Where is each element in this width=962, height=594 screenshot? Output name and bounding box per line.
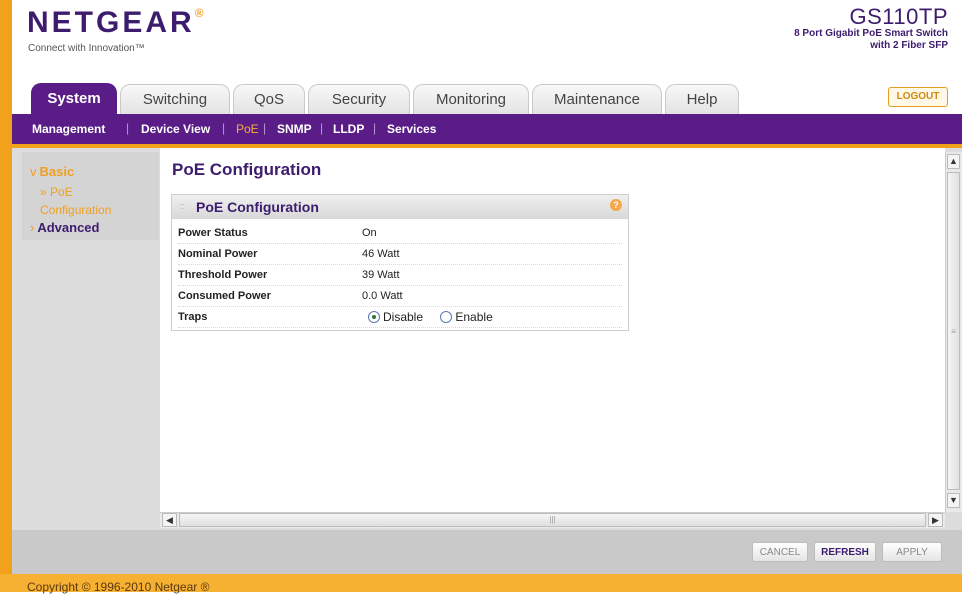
- subnav-separator: |: [320, 121, 324, 135]
- field-value: 0.0 Watt: [362, 290, 403, 302]
- radio-label: Disable: [383, 309, 424, 324]
- tab-qos[interactable]: QoS: [233, 84, 305, 114]
- netgear-logo: NETGEAR®: [27, 6, 207, 39]
- scroll-up-icon[interactable]: ▲: [947, 154, 960, 169]
- field-value: On: [362, 227, 377, 239]
- field-label: Consumed Power: [178, 290, 271, 302]
- row-consumed-power: Consumed Power 0.0 Watt: [178, 285, 622, 307]
- bullet-icon: »: [40, 185, 51, 199]
- help-icon[interactable]: ?: [610, 199, 622, 211]
- row-threshold-power: Threshold Power 39 Watt: [178, 264, 622, 286]
- tab-security[interactable]: Security: [308, 84, 410, 114]
- subnav-item-device-view[interactable]: Device View: [141, 122, 210, 136]
- horizontal-scroll-thumb[interactable]: |||: [179, 513, 926, 527]
- subnav-separator: |: [222, 121, 226, 135]
- row-nominal-power: Nominal Power 46 Watt: [178, 243, 622, 265]
- tab-monitoring[interactable]: Monitoring: [413, 84, 529, 114]
- scroll-down-icon[interactable]: ▼: [947, 493, 960, 508]
- field-label: Power Status: [178, 227, 248, 239]
- app-window: NETGEAR® Connect with Innovation™ GS110T…: [0, 0, 962, 594]
- field-label: Traps: [178, 311, 208, 323]
- subnav-separator: |: [373, 121, 377, 135]
- main-tab-bar: System Switching QoS Security Monitoring…: [12, 82, 962, 114]
- field-value: 46 Watt: [362, 248, 400, 260]
- field-label: Threshold Power: [178, 269, 268, 281]
- model-description-line-2: with 2 Fiber SFP: [870, 40, 948, 51]
- subnav-separator: |: [263, 121, 267, 135]
- logout-button[interactable]: LOGOUT: [888, 87, 948, 107]
- scroll-right-icon[interactable]: ▶: [928, 513, 943, 527]
- tab-help[interactable]: Help: [665, 84, 739, 114]
- traps-radio-group: Disable Enable: [368, 309, 507, 324]
- model-description-line-1: 8 Port Gigabit PoE Smart Switch: [794, 28, 948, 39]
- row-traps: Traps Disable Enable: [178, 306, 622, 328]
- page-title: PoE Configuration: [172, 160, 322, 179]
- field-label: Nominal Power: [178, 248, 258, 260]
- tab-switching[interactable]: Switching: [120, 84, 230, 114]
- poe-config-panel: :: PoE Configuration ? Power Status On N…: [171, 194, 629, 331]
- left-nav-basic[interactable]: v Basic: [30, 164, 74, 179]
- row-power-status: Power Status On: [178, 222, 622, 244]
- chevron-down-icon: v: [30, 164, 37, 179]
- subnav-item-services[interactable]: Services: [387, 122, 436, 136]
- refresh-button[interactable]: REFRESH: [814, 542, 876, 562]
- traps-enable-radio[interactable]: [440, 310, 453, 323]
- header: NETGEAR® Connect with Innovation™ GS110T…: [12, 0, 962, 82]
- subnav-item-snmp[interactable]: SNMP: [277, 122, 312, 136]
- panel-header: :: PoE Configuration ?: [172, 195, 628, 219]
- chevron-right-icon: ›: [30, 220, 35, 235]
- radio-label: Enable: [455, 309, 493, 324]
- apply-button[interactable]: APPLY: [882, 542, 942, 562]
- logo-tagline: Connect with Innovation™: [28, 43, 145, 54]
- grip-icon: ::: [180, 201, 186, 211]
- left-nav-poe-configuration[interactable]: » PoE Configuration: [40, 183, 111, 219]
- frame-border-left: [0, 0, 12, 592]
- tab-maintenance[interactable]: Maintenance: [532, 84, 662, 114]
- cancel-button[interactable]: CANCEL: [752, 542, 808, 562]
- vertical-scroll-thumb[interactable]: ≡: [947, 172, 960, 490]
- traps-disable-radio[interactable]: [368, 310, 380, 323]
- field-value: 39 Watt: [362, 269, 400, 281]
- subnav-item-poe[interactable]: PoE: [236, 122, 259, 136]
- left-nav-advanced[interactable]: › Advanced: [30, 220, 99, 235]
- scroll-left-icon[interactable]: ◀: [162, 513, 177, 527]
- subnav-item-management[interactable]: Management: [32, 122, 105, 136]
- panel-title: PoE Configuration: [196, 199, 319, 215]
- sub-navigation: Management | Device View | PoE | SNMP | …: [12, 114, 962, 144]
- model-name: GS110TP: [849, 4, 948, 29]
- tab-system[interactable]: System: [31, 83, 117, 114]
- subnav-separator: |: [126, 121, 130, 135]
- model-info: GS110TP 8 Port Gigabit PoE Smart Switch …: [794, 6, 948, 52]
- subnav-item-lldp[interactable]: LLDP: [333, 122, 364, 136]
